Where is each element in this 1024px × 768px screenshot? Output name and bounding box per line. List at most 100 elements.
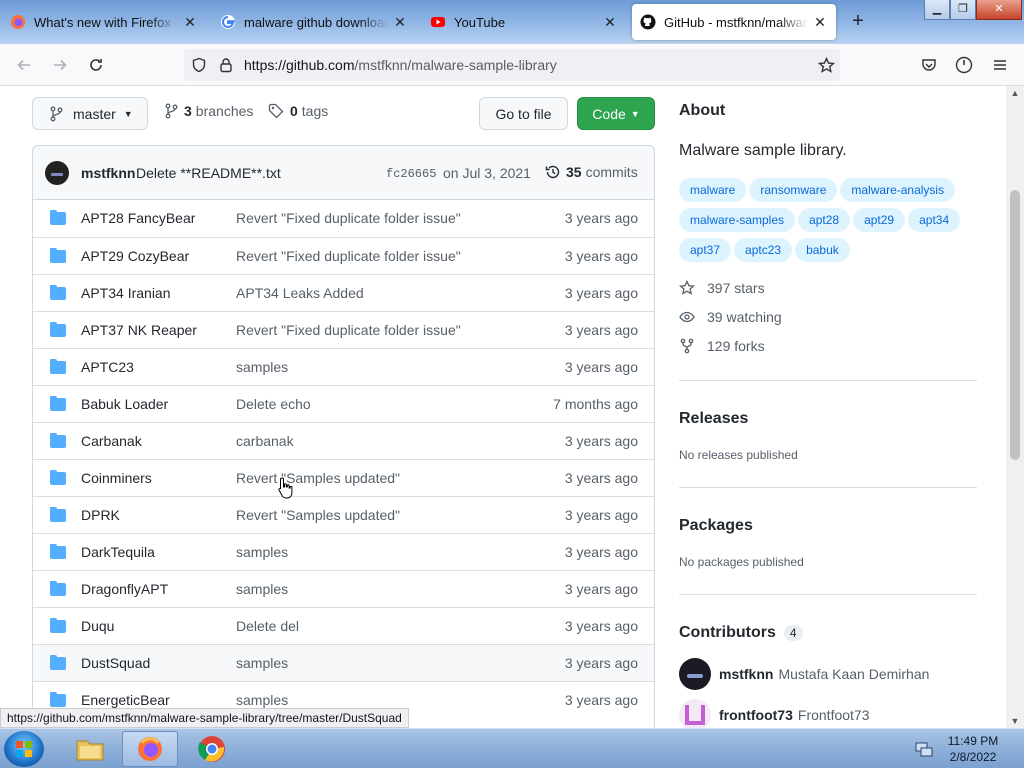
minimize-window-button[interactable]: ▁ — [924, 0, 950, 20]
page-scrollbar[interactable]: ▲ ▼ — [1006, 86, 1024, 728]
file-name-link[interactable]: EnergeticBear — [81, 692, 170, 708]
table-row[interactable]: APT28 FancyBear Revert "Fixed duplicate f… — [33, 200, 654, 237]
file-name-link[interactable]: Coinminers — [81, 470, 152, 486]
tab-google-search[interactable]: malware github download - G ✕ — [212, 4, 416, 40]
file-name-link[interactable]: APT37 NK Reaper — [81, 322, 197, 338]
file-name-link[interactable]: APT34 Iranian — [81, 285, 171, 301]
go-to-file-button[interactable]: Go to file — [479, 97, 568, 130]
commit-author[interactable]: mstfknn — [81, 165, 135, 181]
close-tab-icon[interactable]: ✕ — [602, 14, 618, 31]
pocket-button[interactable] — [918, 54, 940, 76]
file-name-link[interactable]: DPRK — [81, 507, 120, 523]
topic-tag[interactable]: apt28 — [798, 208, 851, 232]
topic-tag[interactable]: apt34 — [908, 208, 961, 232]
avatar[interactable] — [45, 161, 69, 185]
reload-button[interactable] — [85, 54, 107, 76]
close-tab-icon[interactable]: ✕ — [392, 14, 408, 31]
commit-message-link[interactable]: Delete echo — [236, 396, 311, 412]
commit-date[interactable]: on Jul 3, 2021 — [443, 165, 531, 181]
table-row[interactable]: DustSquad samples 3 years ago — [33, 644, 654, 681]
table-row[interactable]: DPRK Revert "Samples updated" 3 years ago — [33, 496, 654, 533]
branch-select-button[interactable]: master ▼ — [32, 97, 148, 130]
packages-heading[interactable]: Packages — [679, 517, 753, 535]
scroll-up-arrow-icon[interactable]: ▲ — [1006, 88, 1024, 98]
table-row[interactable]: DarkTequila samples 3 years ago — [33, 533, 654, 570]
close-tab-icon[interactable]: ✕ — [812, 14, 828, 31]
commit-message-link[interactable]: samples — [236, 655, 288, 671]
file-name-link[interactable]: Carbanak — [81, 433, 142, 449]
table-row[interactable]: DragonflyAPT samples 3 years ago — [33, 570, 654, 607]
code-button[interactable]: Code ▼ — [577, 97, 655, 130]
stars-link[interactable]: 397 stars — [679, 280, 765, 296]
taskbar-chrome[interactable] — [184, 731, 240, 767]
table-row[interactable]: APT37 NK Reaper Revert "Fixed duplicate f… — [33, 311, 654, 348]
topic-tag[interactable]: apt29 — [853, 208, 906, 232]
file-name-link[interactable]: APTC23 — [81, 359, 134, 375]
commit-message-link[interactable]: Revert "Samples updated" — [236, 470, 400, 486]
file-name-link[interactable]: Babuk Loader — [81, 396, 168, 412]
commit-message-link[interactable]: samples — [236, 692, 288, 708]
commit-message-link[interactable]: samples — [236, 544, 288, 560]
menu-button[interactable] — [989, 54, 1011, 76]
tab-firefox-whats-new[interactable]: What's new with Firefox - Mo ✕ — [2, 4, 206, 40]
file-name-link[interactable]: DragonflyAPT — [81, 581, 168, 597]
topic-tag[interactable]: babuk — [795, 238, 850, 262]
topic-tag[interactable]: apt37 — [679, 238, 732, 262]
file-name-link[interactable]: APT28 FancyBear — [81, 210, 195, 226]
contributor-item[interactable]: mstfknn Mustafa Kaan Demirhan — [679, 658, 929, 690]
scrollbar-thumb[interactable] — [1010, 190, 1020, 460]
url-text[interactable]: https://github.com/mstfknn/malware-sampl… — [244, 57, 557, 73]
releases-heading[interactable]: Releases — [679, 410, 748, 428]
bookmark-star-icon[interactable] — [818, 57, 835, 74]
table-row[interactable]: APT34 Iranian APT34 Leaks Added 3 years ag… — [33, 274, 654, 311]
contributors-header[interactable]: Contributors 4 — [679, 624, 803, 642]
commit-message-link[interactable]: Delete del — [236, 618, 299, 634]
watching-link[interactable]: 39 watching — [679, 309, 782, 325]
commit-message-link[interactable]: Revert "Fixed duplicate folder issue" — [236, 248, 461, 264]
branches-link[interactable]: 3 branches — [164, 103, 253, 119]
account-button[interactable] — [953, 54, 975, 76]
close-tab-icon[interactable]: ✕ — [182, 14, 198, 31]
topic-tag[interactable]: aptc23 — [734, 238, 793, 262]
commit-message-link[interactable]: APT34 Leaks Added — [236, 285, 364, 301]
scroll-down-arrow-icon[interactable]: ▼ — [1006, 716, 1024, 726]
topic-tag[interactable]: malware — [679, 178, 747, 202]
commit-message-link[interactable]: samples — [236, 581, 288, 597]
commit-message-link[interactable]: Revert "Samples updated" — [236, 507, 400, 523]
system-clock[interactable]: 11:49 PM 2/8/2022 — [940, 733, 1006, 765]
topic-tag[interactable]: malware-analysis — [840, 178, 956, 202]
contributor-item[interactable]: frontfoot73 Frontfoot73 — [679, 699, 870, 728]
file-name-link[interactable]: APT29 CozyBear — [81, 248, 189, 264]
maximize-window-button[interactable]: ❐ — [950, 0, 976, 20]
topic-tag[interactable]: malware-samples — [679, 208, 796, 232]
close-window-button[interactable]: ✕ — [976, 0, 1022, 20]
tracking-protection-shield-icon[interactable] — [191, 57, 207, 73]
lock-icon[interactable] — [218, 57, 234, 73]
table-row[interactable]: APTC23 samples 3 years ago — [33, 348, 654, 385]
tab-youtube[interactable]: YouTube ✕ — [422, 4, 626, 40]
network-tray-icon[interactable] — [915, 740, 933, 758]
tags-link[interactable]: 0 tags — [268, 103, 328, 119]
new-tab-button[interactable]: + — [846, 10, 870, 33]
commits-link[interactable]: 35 commits — [545, 164, 638, 180]
tab-github-active[interactable]: GitHub - mstfknn/malware-s ✕ — [632, 4, 836, 40]
forward-button[interactable] — [49, 54, 71, 76]
commit-message-link[interactable]: Revert "Fixed duplicate folder issue" — [236, 210, 461, 226]
file-name-link[interactable]: Duqu — [81, 618, 114, 634]
back-button[interactable] — [13, 54, 35, 76]
topic-tag[interactable]: ransomware — [749, 178, 838, 202]
table-row[interactable]: Duqu Delete del 3 years ago — [33, 607, 654, 644]
table-row[interactable]: Coinminers Revert "Samples updated" 3 year… — [33, 459, 654, 496]
table-row[interactable]: Babuk Loader Delete echo 7 months ago — [33, 385, 654, 422]
taskbar-file-explorer[interactable] — [62, 731, 118, 767]
commit-sha[interactable]: fc26665 — [386, 167, 436, 181]
file-name-link[interactable]: DarkTequila — [81, 544, 155, 560]
address-bar[interactable]: https://github.com/mstfknn/malware-sampl… — [184, 49, 840, 81]
table-row[interactable]: Carbanak carbanak 3 years ago — [33, 422, 654, 459]
commit-message-link[interactable]: Revert "Fixed duplicate folder issue" — [236, 322, 461, 338]
file-name-link[interactable]: DustSquad — [81, 655, 150, 671]
commit-message[interactable]: Delete **README**.txt — [136, 165, 281, 181]
commit-message-link[interactable]: carbanak — [236, 433, 294, 449]
commit-message-link[interactable]: samples — [236, 359, 288, 375]
forks-link[interactable]: 129 forks — [679, 338, 765, 354]
